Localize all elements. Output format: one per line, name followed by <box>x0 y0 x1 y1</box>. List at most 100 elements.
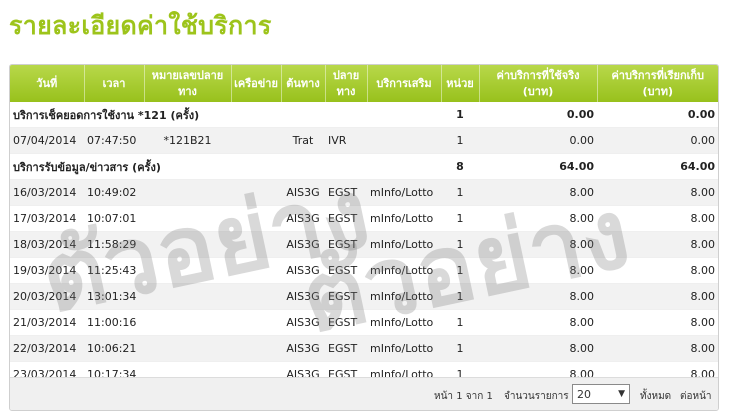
pagination-bar: หน้า 1 จาก 1 จำนวนรายการ 20 ▼ ทั้งหมด ต่… <box>10 377 718 410</box>
cell-destination: EGST <box>325 309 367 336</box>
cell-billed: 8.00 <box>597 335 718 362</box>
cell-billed: 8.00 <box>597 205 718 232</box>
cell-origin: Trat <box>281 127 325 154</box>
cell-units: 1 <box>441 179 479 206</box>
cell-date: 22/03/2014 <box>10 335 84 362</box>
cell-billed: 8.00 <box>597 283 718 310</box>
show-all-link[interactable]: ทั้งหมด <box>640 389 671 404</box>
cell-billed: 8.00 <box>597 179 718 206</box>
cell-destination: EGST <box>325 179 367 206</box>
col-header-origin: ต้นทาง <box>281 65 326 102</box>
cell-origin: AIS3G <box>281 231 325 258</box>
cell-date: 07/04/2014 <box>10 127 84 154</box>
cell-destination: EGST <box>325 231 367 258</box>
cell-origin: AIS3G <box>281 283 325 310</box>
cell-addon: mInfo/Lotto <box>367 231 441 258</box>
table-row: 17/03/2014 10:07:01 AIS3G EGST mInfo/Lot… <box>10 205 718 232</box>
cell-network <box>231 335 281 362</box>
cell-addon: mInfo/Lotto <box>367 257 441 284</box>
cell-billed: 8.00 <box>597 231 718 258</box>
table-row: 16/03/2014 10:49:02 AIS3G EGST mInfo/Lot… <box>10 179 718 206</box>
per-page-value: 20 <box>577 388 591 401</box>
cell-dest-number <box>144 335 231 362</box>
cell-destination: IVR <box>325 127 367 154</box>
cell-date: 20/03/2014 <box>10 283 84 310</box>
cell-destination: EGST <box>325 335 367 362</box>
page-title: รายละเอียดค่าใช้บริการ <box>9 11 272 40</box>
cell-time: 11:25:43 <box>84 257 144 284</box>
table-row: 20/03/2014 13:01:34 AIS3G EGST mInfo/Lot… <box>10 283 718 310</box>
cell-date: 18/03/2014 <box>10 231 84 258</box>
col-header-destination-number: หมายเลขปลายทาง <box>144 65 232 102</box>
cell-actual: 8.00 <box>479 205 597 232</box>
cell-origin: AIS3G <box>281 205 325 232</box>
per-page-label: จำนวนรายการ <box>504 391 569 402</box>
cell-origin: AIS3G <box>281 257 325 284</box>
cell-actual: 8.00 <box>479 257 597 284</box>
group-units: 8 <box>441 153 479 180</box>
cell-billed: 8.00 <box>597 309 718 336</box>
col-header-actual-charge: ค่าบริการที่ใช้จริง (บาท) <box>479 65 598 102</box>
cell-origin: AIS3G <box>281 335 325 362</box>
cell-time: 11:00:16 <box>84 309 144 336</box>
cell-network <box>231 127 281 154</box>
usage-table: วันที่ เวลา หมายเลขปลายทาง เครือข่าย ต้น… <box>10 65 718 388</box>
table-row: 18/03/2014 11:58:29 AIS3G EGST mInfo/Lot… <box>10 231 718 258</box>
cell-units: 1 <box>441 205 479 232</box>
cell-time: 07:47:50 <box>84 127 144 154</box>
cell-actual: 8.00 <box>479 283 597 310</box>
cell-network <box>231 309 281 336</box>
cell-billed: 0.00 <box>597 127 718 154</box>
cell-network <box>231 205 281 232</box>
table-row: 07/04/2014 07:47:50 *121B21 Trat IVR 1 0… <box>10 127 718 154</box>
per-page-select[interactable]: 20 ▼ <box>572 384 630 404</box>
cell-destination: EGST <box>325 283 367 310</box>
cell-network <box>231 257 281 284</box>
cell-dest-number <box>144 179 231 206</box>
cell-units: 1 <box>441 309 479 336</box>
col-header-time: เวลา <box>84 65 145 102</box>
col-header-billed-charge: ค่าบริการที่เรียกเก็บ (บาท) <box>597 65 718 102</box>
cell-units: 1 <box>441 127 479 154</box>
page-info: หน้า 1 จาก 1 <box>434 391 493 402</box>
cell-actual: 0.00 <box>479 127 597 154</box>
cell-date: 16/03/2014 <box>10 179 84 206</box>
group-label: บริการเช็คยอดการใช้งาน *121 (ครั้ง) <box>10 102 441 128</box>
cell-addon: mInfo/Lotto <box>367 283 441 310</box>
group-billed: 64.00 <box>597 153 718 180</box>
cell-dest-number <box>144 205 231 232</box>
cell-destination: EGST <box>325 205 367 232</box>
cell-addon: mInfo/Lotto <box>367 179 441 206</box>
cell-addon: mInfo/Lotto <box>367 335 441 362</box>
cell-actual: 8.00 <box>479 335 597 362</box>
cell-network <box>231 179 281 206</box>
cell-network <box>231 231 281 258</box>
cell-date: 17/03/2014 <box>10 205 84 232</box>
cell-destination: EGST <box>325 257 367 284</box>
cell-time: 11:58:29 <box>84 231 144 258</box>
cell-units: 1 <box>441 335 479 362</box>
col-header-network: เครือข่าย <box>231 65 282 102</box>
group-label: บริการรับข้อมูล/ข่าวสาร (ครั้ง) <box>10 153 441 180</box>
col-header-units: หน่วย <box>441 65 480 102</box>
cell-units: 1 <box>441 283 479 310</box>
cell-dest-number <box>144 309 231 336</box>
cell-addon <box>367 127 441 154</box>
table-row: 22/03/2014 10:06:21 AIS3G EGST mInfo/Lot… <box>10 335 718 362</box>
group-billed: 0.00 <box>597 102 718 128</box>
cell-network <box>231 283 281 310</box>
cell-dest-number <box>144 283 231 310</box>
cell-units: 1 <box>441 231 479 258</box>
cell-actual: 8.00 <box>479 309 597 336</box>
cell-time: 10:49:02 <box>84 179 144 206</box>
usage-detail-panel: วันที่ เวลา หมายเลขปลายทาง เครือข่าย ต้น… <box>9 64 719 411</box>
table-row: 21/03/2014 11:00:16 AIS3G EGST mInfo/Lot… <box>10 309 718 336</box>
cell-actual: 8.00 <box>479 231 597 258</box>
cell-date: 21/03/2014 <box>10 309 84 336</box>
cell-time: 13:01:34 <box>84 283 144 310</box>
cell-dest-number: *121B21 <box>144 127 231 154</box>
group-actual: 64.00 <box>479 153 597 180</box>
cell-origin: AIS3G <box>281 179 325 206</box>
col-header-date: วันที่ <box>10 65 85 102</box>
group-actual: 0.00 <box>479 102 597 128</box>
